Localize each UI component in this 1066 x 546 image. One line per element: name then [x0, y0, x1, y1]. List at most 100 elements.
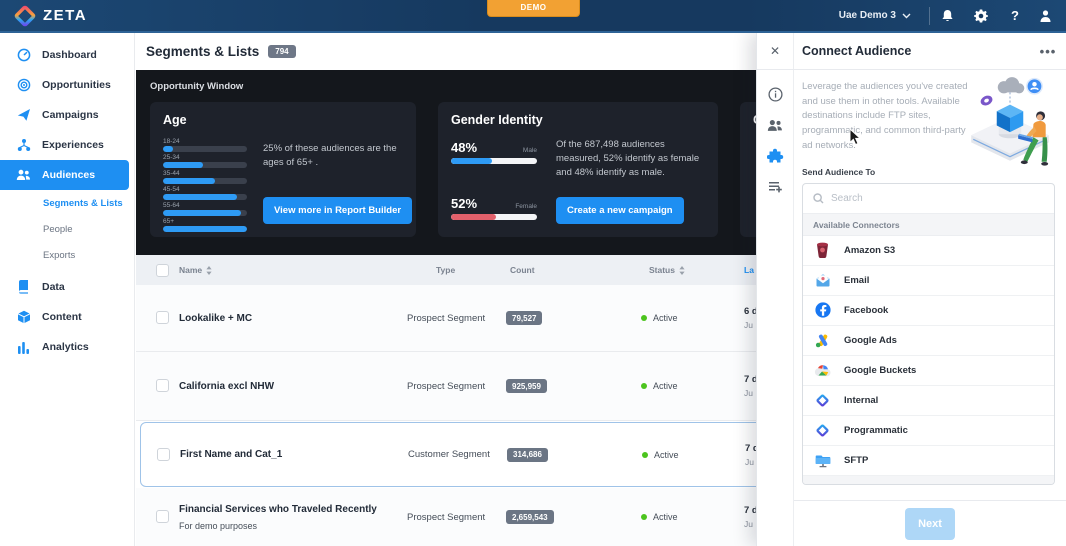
last-modified-date: Ju: [745, 457, 754, 467]
next-button[interactable]: Next: [905, 508, 955, 540]
row-checkbox[interactable]: [156, 311, 169, 324]
connector-item-programmatic[interactable]: Programmatic: [803, 416, 1054, 446]
sidebar-item-campaigns[interactable]: Campaigns: [0, 100, 134, 130]
sidebar-item-analytics[interactable]: Analytics: [0, 332, 134, 362]
row-checkbox[interactable]: [157, 448, 170, 461]
segment-name: Financial Services who Traveled Recently: [179, 504, 377, 515]
connect-audience-drawer: ✕ Connect Audience •••: [756, 33, 1066, 546]
audience-people-icon[interactable]: [767, 117, 783, 133]
demo-button[interactable]: DEMO: [487, 0, 580, 17]
user-profile-icon[interactable]: [1032, 0, 1066, 31]
segment-type: Customer Segment: [408, 423, 490, 486]
drawer-icon-rail: [757, 70, 794, 546]
sidebar-item-label: Dashboard: [42, 49, 97, 61]
search-input[interactable]: [831, 193, 1011, 204]
sidebar-item-data[interactable]: Data: [0, 272, 134, 302]
connector-label: Internal: [844, 395, 878, 406]
connector-label: Facebook: [844, 305, 888, 316]
sidebar-subitem-label: Segments & Lists: [43, 198, 123, 209]
status-text: Active: [653, 512, 678, 522]
settings-gear-icon[interactable]: [964, 0, 998, 31]
connector-label: Google Buckets: [844, 365, 916, 376]
connector-label: SFTP: [844, 455, 868, 466]
gender-identity-card: Gender Identity 48%Male 52%Female Of the…: [438, 102, 718, 237]
available-connectors-header: Available Connectors: [803, 214, 1054, 236]
sidebar-item-label: Campaigns: [42, 109, 99, 121]
connector-search[interactable]: [803, 184, 1054, 214]
connector-item-sftp[interactable]: SFTP: [803, 446, 1054, 476]
age-tick-label: 65+: [163, 218, 247, 225]
zeta-diamond-icon: [814, 392, 831, 409]
sidebar-subitem-people[interactable]: People: [0, 216, 134, 242]
sidebar-item-dashboard[interactable]: Dashboard: [0, 40, 134, 70]
zeta-logo[interactable]: ZETA: [0, 5, 87, 27]
sidebar-item-opportunities[interactable]: Opportunities: [0, 70, 134, 100]
column-header-last-modified[interactable]: La: [744, 255, 754, 285]
sidebar-subitem-label: Exports: [43, 250, 75, 261]
help-icon[interactable]: ?: [998, 0, 1032, 31]
account-switcher[interactable]: Uae Demo 3: [839, 10, 929, 21]
sidebar-item-label: Data: [42, 281, 65, 293]
email-icon: [814, 272, 831, 289]
gender-insight-text: Of the 687,498 audiences measured, 52% i…: [556, 138, 704, 179]
select-all-checkbox[interactable]: [156, 264, 169, 277]
female-percent: 52%: [451, 196, 477, 211]
analytics-icon: [16, 341, 31, 354]
app-window: ZETA DEMO Uae Demo 3 ?: [0, 0, 1066, 546]
gender-card-title: Gender Identity: [451, 113, 705, 127]
zeta-diamond-icon: [814, 422, 831, 439]
more-options-icon[interactable]: •••: [1030, 44, 1066, 59]
create-campaign-button[interactable]: Create a new campaign: [556, 197, 684, 224]
info-icon[interactable]: [768, 86, 783, 102]
connector-label: Email: [844, 275, 869, 286]
column-header-type[interactable]: Type: [436, 255, 455, 285]
audiences-icon: [16, 169, 31, 181]
column-header-count[interactable]: Count: [510, 255, 535, 285]
content-icon: [16, 310, 31, 324]
status-text: Active: [653, 381, 678, 391]
list-plus-icon[interactable]: [768, 179, 783, 195]
column-header-status[interactable]: Status: [649, 255, 685, 285]
drawer-footer: Next: [794, 500, 1066, 546]
sidebar-subitem-segments-lists[interactable]: Segments & Lists: [0, 190, 134, 216]
google-buckets-icon: [814, 362, 831, 379]
connectors-puzzle-icon[interactable]: [767, 148, 784, 164]
connectors-list: Available Connectors Amazon S3 Email: [802, 183, 1055, 485]
notifications-bell-icon[interactable]: [930, 0, 964, 31]
connector-item-amazon-s3[interactable]: Amazon S3: [803, 236, 1054, 266]
sidebar-item-content[interactable]: Content: [0, 302, 134, 332]
view-report-builder-button[interactable]: View more in Report Builder: [263, 197, 412, 224]
age-bar-chart: 18-24 25-34 35-44 45-54 55-64 65+: [163, 138, 247, 234]
sort-icon: [679, 266, 685, 275]
female-label: Female: [515, 203, 537, 210]
age-card-title: Age: [163, 113, 403, 127]
segment-count-badge: 794: [268, 45, 295, 58]
status-text: Active: [653, 313, 678, 323]
male-percent: 48%: [451, 140, 477, 155]
status-dot: [642, 452, 648, 458]
last-modified-date: Ju: [744, 519, 753, 529]
last-modified-date: Ju: [744, 388, 753, 398]
sidebar-item-experiences[interactable]: Experiences: [0, 130, 134, 160]
drawer-title: Connect Audience: [794, 44, 1030, 58]
connector-item-google-buckets[interactable]: Google Buckets: [803, 356, 1054, 386]
segment-subtitle: For demo purposes: [179, 521, 257, 531]
sidebar-item-audiences[interactable]: Audiences: [0, 160, 129, 190]
brand-name: ZETA: [43, 7, 87, 24]
row-checkbox[interactable]: [156, 510, 169, 523]
connector-item-facebook[interactable]: Facebook: [803, 296, 1054, 326]
sidebar-nav: Dashboard Opportunities Campaigns Experi…: [0, 33, 135, 546]
connector-item-google-ads[interactable]: Google Ads: [803, 326, 1054, 356]
sidebar-subitem-label: People: [43, 224, 73, 235]
age-tick-label: 55-64: [163, 202, 247, 209]
mouse-cursor: [849, 128, 861, 151]
row-checkbox[interactable]: [156, 379, 169, 392]
connector-item-email[interactable]: Email: [803, 266, 1054, 296]
age-tick-label: 45-54: [163, 186, 247, 193]
segment-type: Prospect Segment: [407, 488, 485, 546]
column-header-name[interactable]: Name: [179, 255, 212, 285]
sidebar-item-label: Analytics: [42, 341, 89, 353]
connector-item-internal[interactable]: Internal: [803, 386, 1054, 416]
sidebar-subitem-exports[interactable]: Exports: [0, 242, 134, 268]
close-icon[interactable]: ✕: [757, 33, 794, 69]
